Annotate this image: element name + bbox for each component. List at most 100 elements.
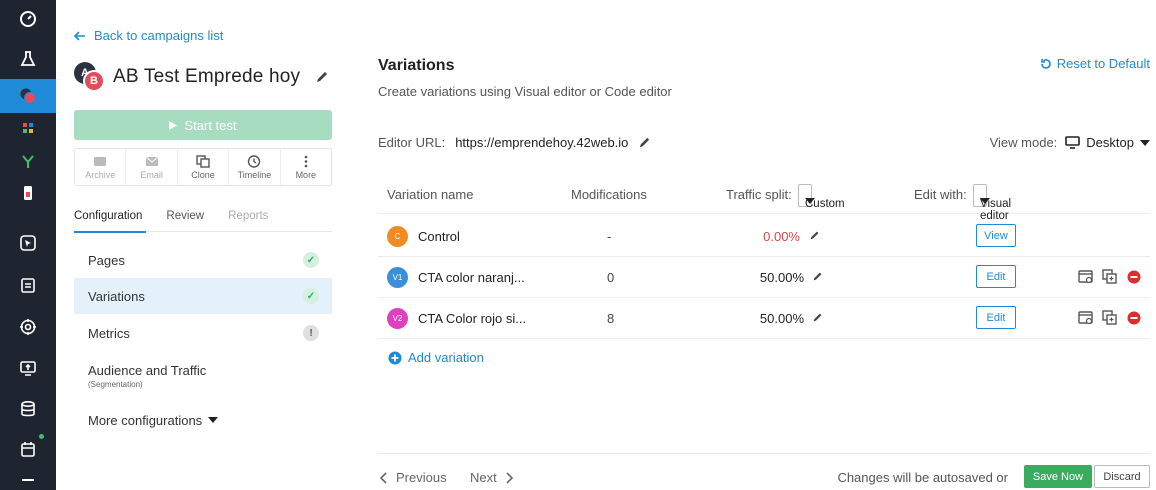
more-button[interactable]: More [281,149,331,185]
clone-icon [196,154,210,168]
sidebar-item-label: More configurations [88,412,203,428]
table-row: C Control - 0.00% View [378,216,1150,257]
variation-modifications: - [607,229,612,244]
delete-icon[interactable] [1126,269,1142,285]
timeline-button[interactable]: Timeline [229,149,281,185]
edit-with-select[interactable]: Visual editor [973,184,1011,222]
variation-badge: V1 [387,267,408,288]
dashboard-icon[interactable] [0,2,56,36]
sidebar-item-label: Variations [88,288,145,304]
preview-icon[interactable] [1078,310,1094,326]
plus-circle-icon [388,351,402,364]
editor-url-row: Editor URL: https://emprendehoy.42web.io [378,135,651,150]
target-icon[interactable] [0,310,56,344]
pencil-icon[interactable] [638,136,651,149]
row-actions [1078,269,1142,285]
traffic-split-select[interactable]: Custom [798,184,845,210]
row-actions [1078,310,1142,326]
duplicate-icon[interactable] [1102,269,1118,285]
discard-button[interactable]: Discard [1094,465,1150,488]
variation-modifications: 0 [607,270,615,285]
arrow-left-icon [74,30,85,41]
preview-icon[interactable] [1078,269,1094,285]
autosave-text: Changes will be autosaved or [837,470,1008,485]
check-icon: ✓ [303,288,319,304]
variation-name: CTA color naranj... [418,270,525,285]
next-label: Next [470,470,497,485]
sidebar-item-label: Metrics [88,325,130,341]
variation-traffic: 50.00% [759,270,804,285]
avatar: A B [74,62,105,92]
mobile-icon[interactable] [0,176,56,210]
back-label: Back to campaigns list [94,28,224,43]
save-now-button[interactable]: Save Now [1024,465,1092,488]
sidebar-item-pages[interactable]: Pages ✓ [74,242,332,278]
warning-icon: ! [303,325,319,341]
split-icon[interactable] [0,145,56,179]
grid-icon[interactable] [0,111,56,145]
flask-icon[interactable] [0,42,56,76]
calendar-icon[interactable] [0,432,56,466]
sidebar-item-more-configurations[interactable]: More configurations [74,402,332,438]
upload-screen-icon[interactable] [0,351,56,385]
page-title: Variations [378,57,455,74]
reset-label: Reset to Default [1056,56,1150,71]
view-mode-value: Desktop [1086,135,1134,150]
pencil-icon[interactable] [812,271,823,282]
variation-badge: V2 [387,308,408,329]
duplicate-icon[interactable] [1102,310,1118,326]
table-row: V1 CTA color naranj... 0 50.00% Edit [378,257,1150,298]
desktop-icon [1065,136,1081,149]
email-button[interactable]: Email [126,149,178,185]
more-label: More [295,169,317,180]
sidebar-tabs: Configuration Review Reports [74,210,332,233]
timeline-icon [248,154,261,168]
edit-button[interactable]: Edit [976,265,1016,288]
col-modifications: Modifications [571,187,647,202]
back-to-campaigns-link[interactable]: Back to campaigns list [74,28,223,43]
sidebar-item-label: Pages [88,252,125,268]
next-button[interactable]: Next [470,470,513,485]
sidebar-item-sublabel: (Segmentation) [88,380,143,389]
footer-bar: Previous Next Changes will be autosaved … [378,453,1150,490]
col-variation-name: Variation name [387,187,474,202]
tab-review[interactable]: Review [166,210,204,232]
campaign-sidebar: Back to campaigns list A B AB Test Empre… [56,0,344,490]
pencil-icon[interactable] [809,230,820,241]
col-edit-with: Edit with: [914,187,967,202]
start-test-button[interactable]: Start test [74,110,332,140]
archive-button[interactable]: Archive [75,149,127,185]
cursor-icon[interactable] [0,226,56,260]
previous-button[interactable]: Previous [380,470,447,485]
chevron-right-icon [506,471,513,484]
sidebar-item-metrics[interactable]: Metrics ! [74,315,332,351]
add-variation-button[interactable]: Add variation [388,350,484,365]
view-mode-select[interactable]: Desktop [1065,135,1150,150]
sidebar-item-variations[interactable]: Variations ✓ [74,278,332,314]
tab-configuration[interactable]: Configuration [74,210,147,233]
table-header: Variation name Modifications Traffic spl… [378,174,1150,222]
reset-to-default-button[interactable]: Reset to Default [1040,56,1150,71]
pencil-icon[interactable] [315,70,329,84]
table-row: V2 CTA Color rojo si... 8 50.00% Edit [378,298,1150,339]
pencil-icon[interactable] [812,312,823,323]
variation-name: Control [418,229,460,244]
avatar-b: B [83,70,105,92]
menu-icon[interactable] [0,474,56,490]
ab-test-icon[interactable] [0,79,56,113]
database-icon[interactable] [0,392,56,426]
email-icon [145,156,158,166]
edit-button[interactable]: Edit [976,306,1016,329]
campaign-title: AB Test Emprede hoy [113,66,301,87]
campaign-toolbar: Archive Email Clone Timeline More [74,148,332,186]
previous-label: Previous [396,470,447,485]
list-icon[interactable] [0,268,56,302]
view-mode-label: View mode: [989,135,1058,150]
sidebar-item-label: Audience and Traffic [88,362,207,378]
variation-traffic: 50.00% [759,311,804,326]
clone-button[interactable]: Clone [178,149,230,185]
archive-label: Archive [85,169,116,180]
delete-icon[interactable] [1126,310,1142,326]
tab-reports[interactable]: Reports [228,210,268,232]
view-button[interactable]: View [976,224,1016,247]
